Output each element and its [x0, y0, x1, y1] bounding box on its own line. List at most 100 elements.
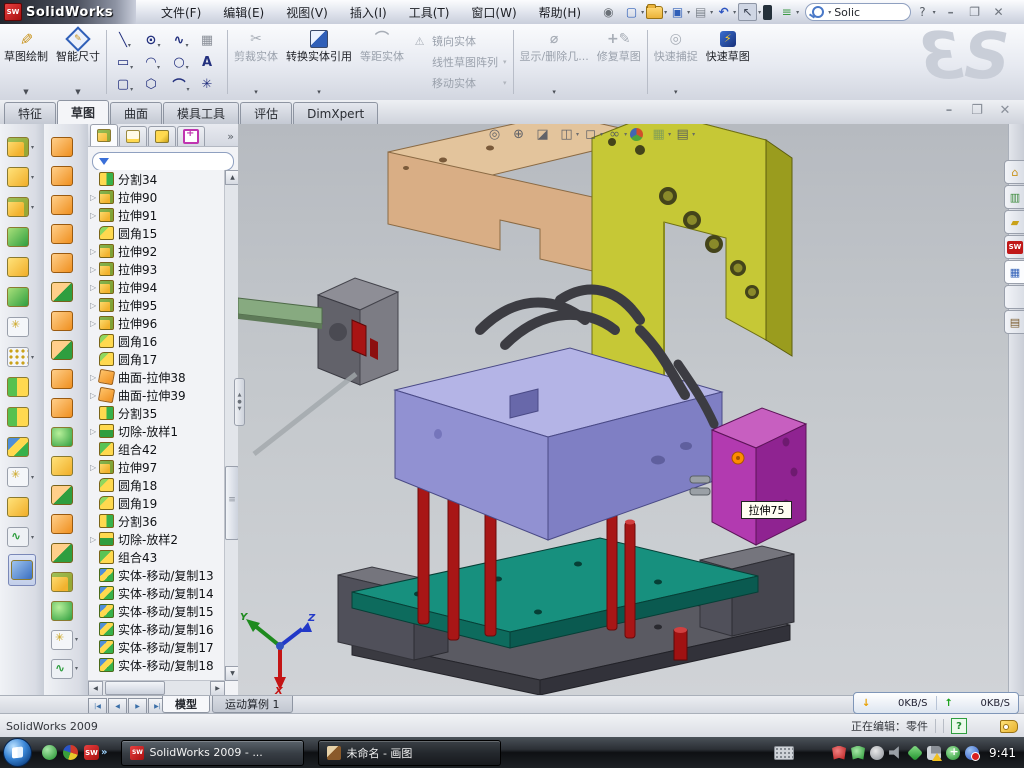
rib-icon[interactable]: ▾ [7, 252, 37, 282]
file-explorer-icon[interactable]: ▰ [1004, 210, 1024, 234]
feature-tree-item[interactable]: ▷ 切除-放样2 [90, 530, 225, 548]
feature-tree-item[interactable]: ▷ 实体-移动/复制13 [90, 566, 225, 584]
help-dropdown[interactable]: ▾ [933, 9, 936, 16]
pattern-icon[interactable]: ▾ [7, 342, 37, 372]
thicken-icon[interactable]: ▾ [51, 364, 81, 393]
feature-tree-item[interactable]: ▷ 圆角19 [90, 494, 225, 512]
configuration-manager-tab[interactable] [148, 126, 176, 146]
ruled-surface-icon[interactable]: ▾ [51, 480, 81, 509]
sketch-draw-button[interactable]: ✎ 草图绘制 ▼ [0, 24, 52, 100]
feature-tree-item[interactable]: ▷ 分割34 [90, 170, 225, 188]
delete-face-icon[interactable]: ▾ [51, 422, 81, 451]
command-tab[interactable]: 模具工具 [163, 102, 239, 124]
model-tab[interactable]: 模型 [162, 696, 210, 713]
quick-launch-solidworks-icon[interactable]: SW [84, 745, 99, 760]
panel-more-button[interactable]: » [227, 130, 234, 146]
shell-icon[interactable]: ▾ [7, 282, 37, 312]
options-list-icon[interactable]: ≡ ▾ [778, 4, 799, 20]
revolved-surface-icon[interactable]: ▾ [51, 161, 81, 190]
reference-geometry-icon[interactable]: ▾ [7, 462, 37, 492]
helix-icon[interactable]: ▾ [51, 335, 81, 364]
slot-icon[interactable]: ▢ ▾ [111, 73, 139, 95]
convert-entities-button[interactable]: 转换实体引用 ▾ [282, 24, 356, 100]
feature-tree-item[interactable]: ▷ 组合42 [90, 440, 225, 458]
tray-antivirus-icon[interactable] [832, 746, 846, 760]
sketch-text-icon[interactable]: A ▾ [195, 51, 223, 73]
feature-tree-item[interactable]: ▷ 圆角16 [90, 332, 225, 350]
spline-icon[interactable]: ∿ ▾ [167, 29, 195, 51]
feature-tree-item[interactable]: ▷ 拉伸92 [90, 242, 225, 260]
feature-tree-item[interactable]: ▷ 实体-移动/复制15 [90, 602, 225, 620]
line-icon[interactable]: ╲ ▾ [111, 29, 139, 51]
expander-icon[interactable]: ▷ [90, 535, 99, 544]
zoom-fit-icon[interactable]: ◎ ▾ [486, 126, 507, 143]
chamfer-icon[interactable]: ▾ [7, 222, 37, 252]
save-icon[interactable]: ▣ ▾ [669, 4, 690, 20]
view-orientation-icon[interactable]: ◫ ▾ [558, 126, 579, 143]
network-speed-widget[interactable]: ↓ 0KB/S ↑ 0KB/S [853, 692, 1019, 714]
quick-launch-browser-icon[interactable] [63, 745, 78, 760]
feature-tree-item[interactable]: ▷ 分割35 [90, 404, 225, 422]
display-style-icon[interactable]: ◻ ▾ [582, 126, 603, 143]
design-library-icon[interactable]: ▥ [1004, 185, 1024, 209]
edit-appearance-icon[interactable]: ▾ [630, 128, 647, 141]
command-tab[interactable]: 曲面 [110, 102, 162, 124]
feature-tree-item[interactable]: ▷ 实体-移动/复制18 [90, 656, 225, 674]
doc-restore-button[interactable]: ❐ [968, 103, 986, 118]
swept-surface-icon[interactable]: ▾ [51, 132, 81, 161]
extruded-boss-icon[interactable]: ▾ [7, 132, 37, 162]
instant3d-off-icon[interactable]: ▾ [7, 492, 37, 522]
feature-tree-item[interactable]: ▷ 拉伸93 [90, 260, 225, 278]
fillet-icon[interactable]: ▾ [7, 192, 37, 222]
scroll-left-button[interactable]: ◀ [88, 681, 103, 696]
dimxpert-manager-tab[interactable] [177, 126, 205, 146]
combine-icon[interactable]: ▾ [7, 372, 37, 402]
revolved-boss-icon[interactable]: ▾ [7, 162, 37, 192]
first-tab-button[interactable]: |◀ [88, 698, 107, 714]
quick-tips-icon[interactable]: ? [951, 718, 967, 734]
apply-scene-icon[interactable]: ▦ ▾ [650, 126, 671, 143]
next-tab-button[interactable]: ▶ [128, 698, 147, 714]
menu-item[interactable]: 窗口(W) [460, 1, 527, 24]
prev-tab-button[interactable]: ◀ [108, 698, 127, 714]
feature-tree-item[interactable]: ▷ 实体-移动/复制17 [90, 638, 225, 656]
lofted-surface-icon[interactable]: ▾ [51, 190, 81, 219]
help-button[interactable]: ? [919, 5, 925, 19]
tray-volume-icon[interactable] [889, 746, 903, 760]
move-copy-icon[interactable]: ▾ [7, 432, 37, 462]
close-button[interactable]: ✕ [990, 5, 1008, 20]
graphics-viewport[interactable]: Y Z X ◎ ▾ ⊕ ▾ ◪ ▾ [238, 124, 1008, 695]
search-value[interactable]: Solic [834, 6, 860, 19]
feature-tree-item[interactable]: ▷ 拉伸91 [90, 206, 225, 224]
search-box[interactable]: ▾ Solic [805, 3, 911, 21]
circle-icon[interactable]: ⊙ ▾ [139, 29, 167, 51]
menu-item[interactable]: 工具(T) [398, 1, 461, 24]
rapid-sketch-button[interactable]: ⚡ 快速草图 [702, 24, 754, 100]
menu-item[interactable]: 文件(F) [150, 1, 212, 24]
taskbar-task-button[interactable]: SW SolidWorks 2009 - ... [121, 740, 304, 766]
solidworks-resources-icon[interactable]: SW [1004, 235, 1024, 259]
wizard-hole-icon[interactable]: ▾ [7, 312, 37, 342]
menu-item[interactable]: 插入(I) [339, 1, 398, 24]
extend-surface-icon[interactable]: ▾ [51, 509, 81, 538]
menu-item[interactable]: 视图(V) [275, 1, 339, 24]
print-icon[interactable]: ▤ ▾ [692, 4, 713, 20]
filled-surface-icon[interactable]: ▾ [51, 248, 81, 277]
feature-tree-item[interactable]: ▷ 拉伸95 [90, 296, 225, 314]
tray-messenger-icon[interactable] [965, 746, 979, 760]
open-file-icon[interactable]: ▾ [646, 6, 667, 19]
feature-tree-item[interactable]: ▷ 圆角15 [90, 224, 225, 242]
vertical-scroll-thumb[interactable] [225, 466, 239, 540]
ellipse-icon[interactable]: ○ ▾ [167, 51, 195, 73]
knit-surface-icon[interactable]: ▾ [51, 567, 81, 596]
feature-tree-item[interactable]: ▷ 拉伸90 [90, 188, 225, 206]
doc-close-button[interactable]: ✕ [996, 103, 1014, 118]
curved-surface-icon[interactable]: ▾ [51, 393, 81, 422]
expander-icon[interactable]: ▷ [90, 319, 99, 328]
menu-item[interactable]: 编辑(E) [212, 1, 275, 24]
curve-icon[interactable]: ▾ [7, 522, 37, 552]
feature-tree-item[interactable]: ▷ 实体-移动/复制16 [90, 620, 225, 638]
property-manager-tab[interactable] [119, 126, 147, 146]
command-tab[interactable]: DimXpert [293, 102, 378, 124]
traffic-light-icon[interactable]: ▾ [763, 5, 776, 20]
